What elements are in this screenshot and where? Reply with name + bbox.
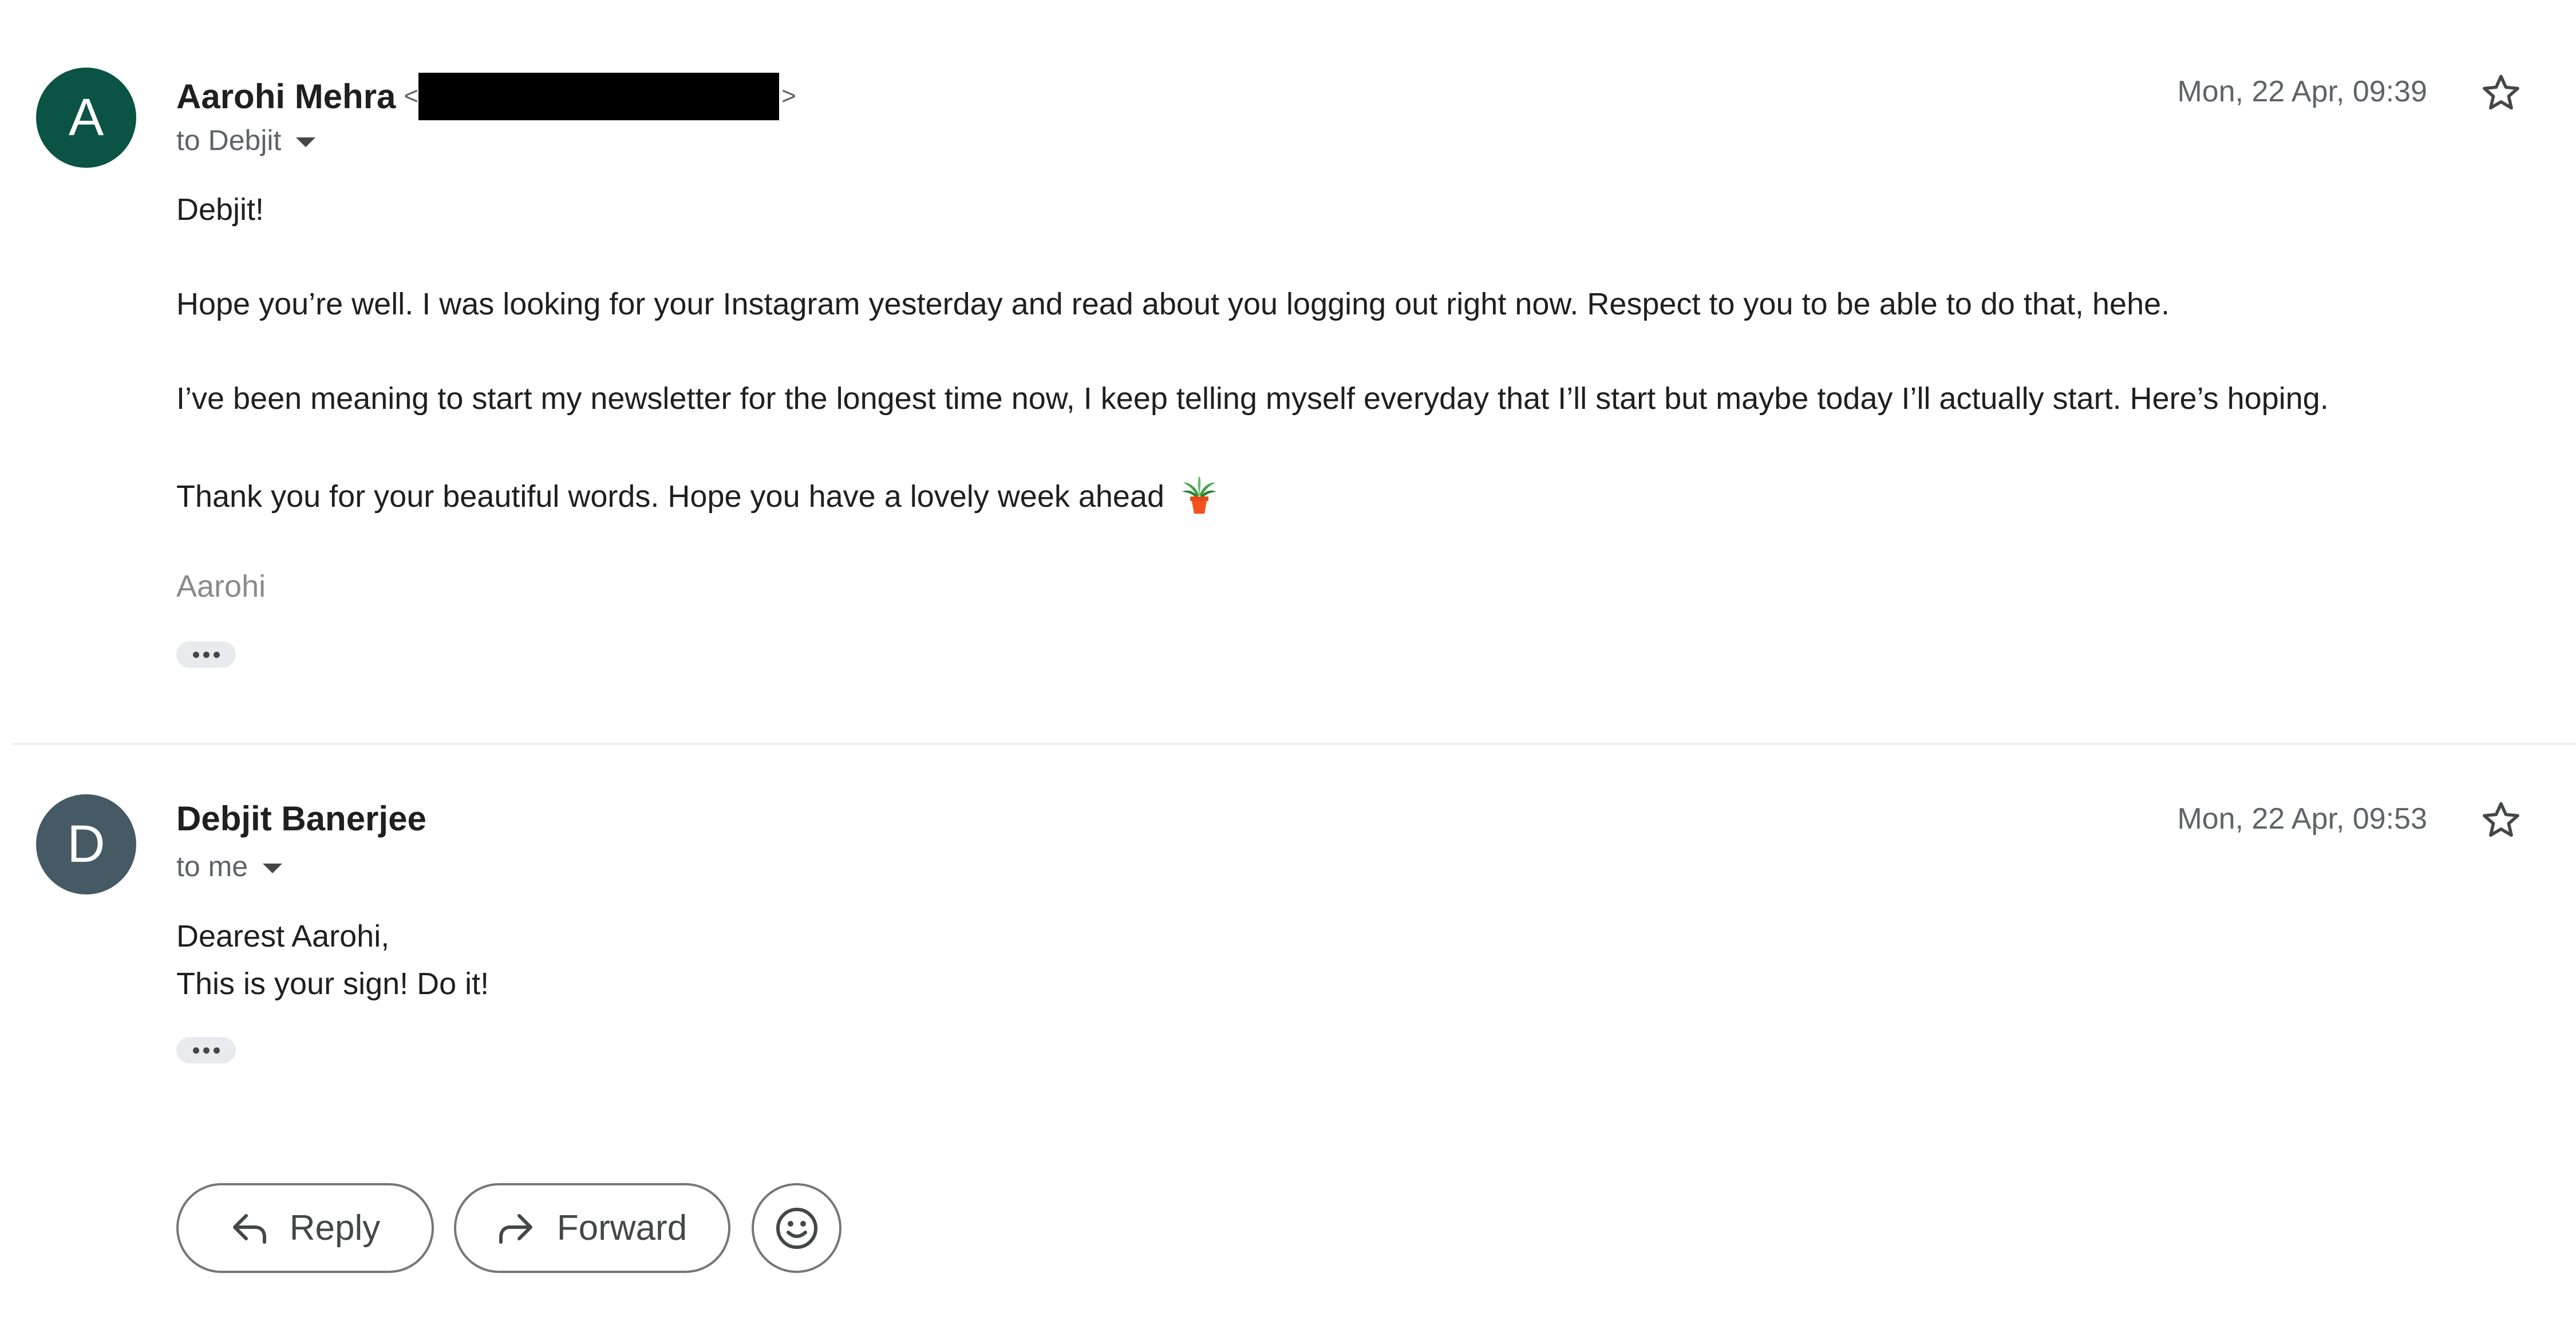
message-paragraph-text: Thank you for your beautiful words. Hope… [176, 479, 1165, 514]
recipient-dropdown[interactable]: to Debjit [176, 124, 316, 157]
message-greeting: Dearest Aarohi, [176, 919, 390, 953]
star-icon[interactable] [2481, 73, 2521, 113]
more-horizontal-icon [192, 1047, 199, 1054]
forward-label: Forward [556, 1208, 688, 1248]
smiley-face-icon [775, 1206, 819, 1251]
recipient-label: to me [176, 850, 248, 882]
sender-name[interactable]: Aarohi Mehra [176, 77, 396, 116]
redacted-email [418, 72, 780, 120]
message-signature: Aarohi [176, 569, 266, 604]
sender-line: Aarohi Mehra < > [176, 68, 796, 125]
show-trimmed-content-button[interactable] [176, 1037, 236, 1063]
forward-button[interactable]: Forward [454, 1183, 730, 1273]
more-horizontal-icon [213, 1047, 220, 1054]
emoji-reaction-button[interactable] [752, 1183, 841, 1273]
message-paragraph: Thank you for your beautiful words. Hope… [176, 475, 1218, 522]
sender-email-open: < [404, 82, 419, 110]
caret-down-icon [296, 137, 316, 148]
message-divider [13, 743, 2576, 745]
reply-button[interactable]: Reply [176, 1183, 434, 1273]
message-timestamp: Mon, 22 Apr, 09:53 [2177, 802, 2427, 835]
message-greeting: Debjit! [176, 192, 264, 227]
message-paragraph: I’ve been meaning to start my newsletter… [176, 381, 2329, 416]
reply-label: Reply [289, 1208, 381, 1248]
reply-arrow-icon [230, 1212, 268, 1244]
star-icon[interactable] [2481, 800, 2521, 840]
show-trimmed-content-button[interactable] [176, 641, 236, 668]
forward-arrow-icon [497, 1212, 535, 1244]
potted-plant-emoji-icon [1181, 475, 1218, 522]
recipient-dropdown[interactable]: to me [176, 850, 283, 883]
caret-down-icon [263, 864, 283, 874]
sender-avatar: A [36, 68, 136, 168]
message-timestamp: Mon, 22 Apr, 09:39 [2177, 75, 2427, 108]
message-paragraph: This is your sign! Do it! [176, 967, 489, 1001]
more-horizontal-icon [203, 1047, 210, 1054]
sender-name[interactable]: Debjit Banerjee [176, 799, 426, 838]
more-horizontal-icon [213, 651, 220, 658]
more-horizontal-icon [192, 651, 199, 658]
message-paragraph: Hope you’re well. I was looking for your… [176, 287, 2170, 321]
sender-avatar: D [36, 794, 136, 894]
more-horizontal-icon [203, 651, 210, 658]
recipient-label: to Debjit [176, 124, 282, 156]
sender-email-close: > [781, 82, 796, 110]
